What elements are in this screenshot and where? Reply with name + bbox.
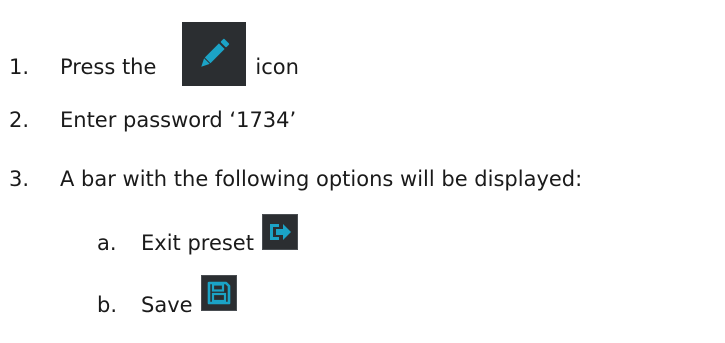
option-letter: b. <box>97 293 118 317</box>
option-exit-preset: a. Exit preset <box>97 214 298 268</box>
step-text-after: icon <box>255 55 299 79</box>
step-3: 3. A bar with the following options will… <box>9 164 582 194</box>
step-number: 3. <box>9 167 30 191</box>
step-text: Enter password ‘1734’ <box>60 108 297 132</box>
step-number: 1. <box>9 55 30 79</box>
save-icon <box>200 275 237 311</box>
step-1: 1. Press the icon <box>9 22 299 94</box>
option-save: b. Save <box>97 275 237 330</box>
option-label: Save <box>141 293 193 317</box>
step-number: 2. <box>9 108 30 132</box>
step-text-before: Press the <box>60 55 157 79</box>
option-letter: a. <box>97 231 117 255</box>
step-2: 2. Enter password ‘1734’ <box>9 105 296 135</box>
option-label: Exit preset <box>141 231 254 255</box>
step-text: A bar with the following options will be… <box>60 167 583 191</box>
exit-icon <box>261 214 298 250</box>
pencil-icon <box>182 22 247 86</box>
